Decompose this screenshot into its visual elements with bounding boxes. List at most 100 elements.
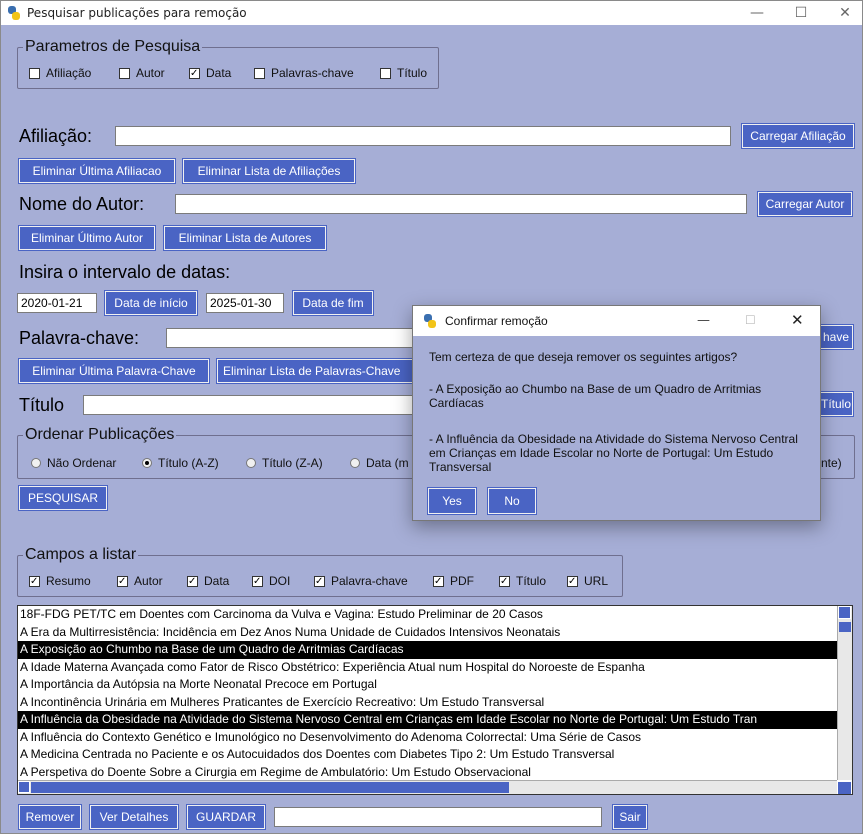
list-item[interactable]: A Incontinência Urinária em Mulheres Pra… <box>18 694 837 712</box>
dialog-maximize-button[interactable]: ☐ <box>745 313 756 327</box>
load-affiliation-button[interactable]: Carregar Afiliação <box>741 123 855 149</box>
radio-label-tail: nte) <box>821 456 842 470</box>
dialog-close-button[interactable]: ✕ <box>791 311 804 329</box>
checkbox-label: Autor <box>136 66 165 80</box>
list-item[interactable]: A Idade Materna Avançada como Fator de R… <box>18 659 837 677</box>
afiliacao-input[interactable] <box>115 126 731 146</box>
checkbox-box-checked[interactable] <box>314 575 325 587</box>
list-item[interactable]: A Importância da Autópsia na Morte Neona… <box>18 676 837 694</box>
radio-title-za[interactable]: Título (Z-A) <box>246 456 323 470</box>
maximize-button[interactable]: ☐ <box>779 1 823 25</box>
checkbox-box-checked[interactable] <box>499 575 510 587</box>
radio-label: nte) <box>821 456 842 470</box>
delete-last-author-button[interactable]: Eliminar Último Autor <box>18 225 156 251</box>
field-autor[interactable]: Autor <box>117 574 163 588</box>
radio-dot-selected[interactable] <box>142 458 152 468</box>
list-item[interactable]: A Influência do Contexto Genético e Imun… <box>18 729 837 747</box>
author-input[interactable] <box>175 194 747 214</box>
horizontal-scrollbar[interactable] <box>18 780 837 794</box>
vertical-scroll-thumb[interactable] <box>839 622 851 632</box>
save-button[interactable]: GUARDAR <box>186 804 266 830</box>
checkbox-afiliacao[interactable]: Afiliação <box>29 66 91 80</box>
list-item[interactable]: A Medicina Centrada no Paciente e os Aut… <box>18 746 837 764</box>
load-author-button[interactable]: Carregar Autor <box>757 191 853 217</box>
checkbox-label: Título <box>516 574 547 588</box>
start-date-button[interactable]: Data de início <box>104 290 198 316</box>
radio-title-az[interactable]: Título (A-Z) <box>142 456 219 470</box>
afiliacao-label: Afiliação: <box>19 126 93 146</box>
python-app-icon <box>423 314 437 328</box>
author-label: Nome do Autor: <box>19 194 145 214</box>
scroll-left-arrow-icon[interactable] <box>18 781 30 793</box>
checkbox-box-checked[interactable] <box>567 575 578 587</box>
scroll-up-arrow-icon[interactable] <box>838 606 851 619</box>
radio-dot[interactable] <box>350 458 360 468</box>
checkbox-box[interactable] <box>29 67 40 79</box>
close-button[interactable]: ✕ <box>823 1 863 25</box>
exit-button[interactable]: Sair <box>612 804 648 830</box>
field-pdf[interactable]: PDF <box>433 574 474 588</box>
load-title-button[interactable]: Título <box>818 391 854 417</box>
start-date-input[interactable]: 2020-01-21 <box>17 293 97 313</box>
checkbox-box-checked[interactable] <box>29 575 40 587</box>
search-button[interactable]: PESQUISAR <box>18 485 108 511</box>
field-doi[interactable]: DOI <box>252 574 290 588</box>
scroll-down-arrow-icon[interactable] <box>837 781 852 794</box>
yes-button[interactable]: Yes <box>427 487 477 515</box>
filename-input[interactable] <box>274 807 602 827</box>
checkbox-autor[interactable]: Autor <box>119 66 165 80</box>
date-range-label: Insira o intervalo de datas: <box>19 262 231 282</box>
delete-author-list-button[interactable]: Eliminar Lista de Autores <box>163 225 327 251</box>
publications-listbox[interactable]: 18F-FDG PET/TC em Doentes com Carcinoma … <box>17 605 853 795</box>
list-item-selected[interactable]: A Exposição ao Chumbo na Base de um Quad… <box>18 641 837 659</box>
dialog-title-bar: Confirmar remoção — ☐ ✕ <box>413 306 820 336</box>
confirm-removal-dialog: Confirmar remoção — ☐ ✕ Tem certeza de q… <box>412 305 821 521</box>
checkbox-data[interactable]: Data <box>189 66 231 80</box>
remove-button[interactable]: Remover <box>18 804 82 830</box>
radio-no-sort[interactable]: Não Ordenar <box>31 456 116 470</box>
title-input[interactable] <box>83 395 413 415</box>
list-item[interactable]: 18F-FDG PET/TC em Doentes com Carcinoma … <box>18 606 837 624</box>
checkbox-label: Data <box>204 574 230 588</box>
field-resumo[interactable]: Resumo <box>29 574 91 588</box>
dialog-question: Tem certeza de que deseja remover os seg… <box>429 350 738 364</box>
no-button[interactable]: No <box>487 487 537 515</box>
checkbox-box-checked[interactable] <box>117 575 128 587</box>
radio-dot[interactable] <box>31 458 41 468</box>
checkbox-label: Data <box>206 66 232 80</box>
delete-last-affiliation-button[interactable]: Eliminar Última Afiliacao <box>18 158 176 184</box>
end-date-button[interactable]: Data de fim <box>292 290 374 316</box>
list-item-selected[interactable]: A Influência da Obesidade na Atividade d… <box>18 711 837 729</box>
radio-label: Data (m <box>366 456 409 470</box>
checkbox-box[interactable] <box>380 67 391 79</box>
radio-date[interactable]: Data (m <box>350 456 409 470</box>
field-titulo[interactable]: Título <box>499 574 546 588</box>
delete-keyword-list-button[interactable]: Eliminar Lista de Palavras-Chave <box>216 358 414 384</box>
list-item[interactable]: A Perspetiva do Doente Sobre a Cirurgia … <box>18 764 837 782</box>
radio-dot[interactable] <box>246 458 256 468</box>
horizontal-scroll-thumb[interactable] <box>31 782 509 793</box>
checkbox-box-checked[interactable] <box>433 575 444 587</box>
field-data[interactable]: Data <box>187 574 229 588</box>
vertical-scrollbar[interactable] <box>837 606 852 780</box>
checkbox-palavras-chave[interactable]: Palavras-chave <box>254 66 354 80</box>
field-palavra-chave[interactable]: Palavra-chave <box>314 574 408 588</box>
checkbox-box[interactable] <box>119 67 130 79</box>
dialog-minimize-button[interactable]: — <box>697 313 710 328</box>
checkbox-titulo[interactable]: Título <box>380 66 427 80</box>
view-details-button[interactable]: Ver Detalhes <box>89 804 179 830</box>
field-url[interactable]: URL <box>567 574 608 588</box>
minimize-button[interactable]: — <box>735 1 779 25</box>
checkbox-box-checked[interactable] <box>187 575 198 587</box>
delete-last-keyword-button[interactable]: Eliminar Última Palavra-Chave <box>18 358 210 384</box>
load-keyword-button[interactable]: have <box>818 324 854 350</box>
checkbox-box[interactable] <box>254 67 265 79</box>
keyword-input[interactable] <box>166 328 416 348</box>
list-item[interactable]: A Era da Multirresistência: Incidência e… <box>18 624 837 642</box>
end-date-input[interactable]: 2025-01-30 <box>206 293 284 313</box>
checkbox-label: PDF <box>450 574 474 588</box>
radio-label: Não Ordenar <box>47 456 117 470</box>
checkbox-box-checked[interactable] <box>189 67 200 79</box>
delete-affiliation-list-button[interactable]: Eliminar Lista de Afiliações <box>182 158 356 184</box>
checkbox-box-checked[interactable] <box>252 575 263 587</box>
